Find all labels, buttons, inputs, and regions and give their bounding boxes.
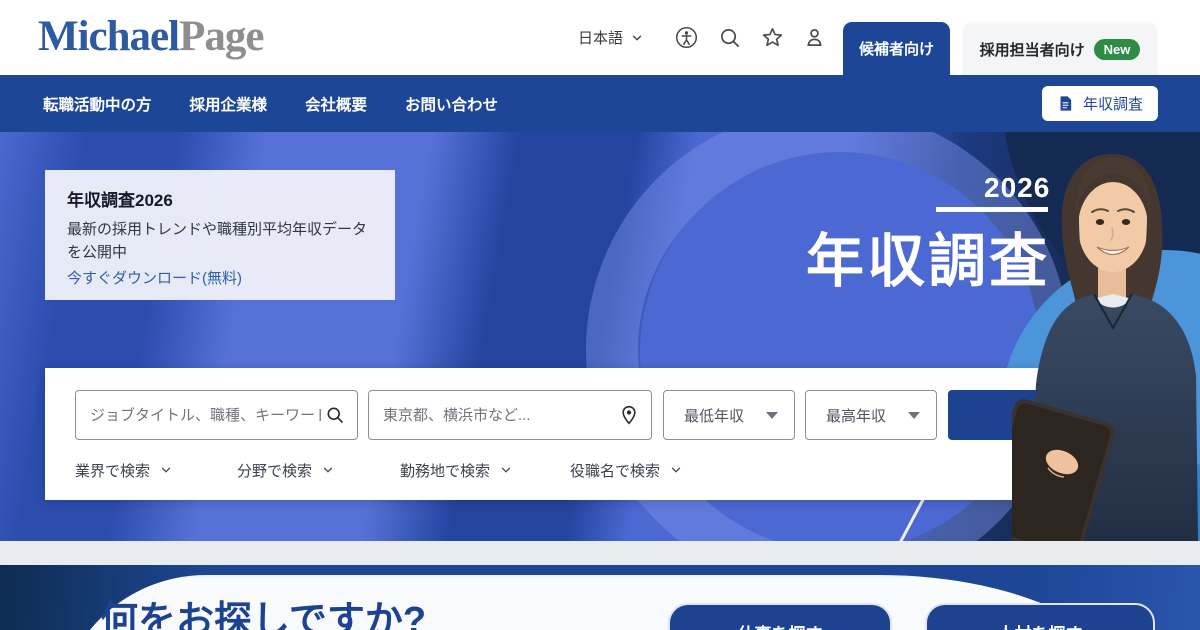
caret-down-icon [908, 411, 920, 419]
caret-down-icon [766, 411, 778, 419]
quick-link-job-title-label: 役職名で検索 [570, 462, 661, 480]
section-divider [0, 541, 1200, 565]
accessibility-icon[interactable] [670, 0, 702, 75]
keyword-input[interactable] [76, 406, 325, 424]
document-icon [1057, 95, 1074, 112]
quick-link-discipline[interactable]: 分野で検索 [237, 458, 335, 482]
chevron-down-icon [161, 467, 171, 473]
search-icon [325, 405, 345, 425]
find-jobs-button[interactable]: 仕事を探す [668, 603, 892, 630]
salary-survey-button[interactable]: 年収調査 [1041, 86, 1158, 121]
location-pin-icon [619, 405, 639, 425]
language-selector[interactable]: 日本語 [578, 0, 644, 75]
location-input-box [368, 390, 652, 440]
keyword-input-box [75, 390, 358, 440]
quick-link-industry[interactable]: 業界で検索 [75, 458, 173, 482]
chevron-down-icon [323, 467, 333, 473]
logo-text-michael: Michael [38, 13, 180, 60]
quick-link-industry-label: 業界で検索 [75, 462, 151, 480]
min-salary-select[interactable]: 最低年収 [663, 390, 795, 440]
quick-link-location[interactable]: 勤務地で検索 [400, 458, 513, 482]
tab-employers-label: 採用担当者向け [979, 42, 1085, 59]
promo-download-link[interactable]: 今すぐダウンロード(無料) [67, 267, 242, 288]
nav-item-contact[interactable]: お問い合わせ [405, 93, 498, 115]
tab-candidates-label: 候補者向け [858, 41, 934, 58]
max-salary-select[interactable]: 最高年収 [805, 390, 937, 440]
star-icon[interactable] [756, 0, 788, 75]
promo-card-body: 最新の採用トレンドや職種別平均年収データを公開中 [67, 221, 368, 261]
location-input[interactable] [369, 406, 619, 424]
tab-employers[interactable]: 採用担当者向け New [963, 24, 1157, 75]
min-salary-label: 最低年収 [684, 407, 745, 425]
language-label: 日本語 [578, 30, 624, 47]
section-heading: 何をお探しですか? [100, 600, 427, 630]
salary-survey-button-label: 年収調査 [1082, 96, 1143, 113]
salary-survey-promo-card: 年収調査2026 最新の採用トレンドや職種別平均年収データを公開中 今すぐダウン… [45, 170, 395, 300]
new-badge: New [1093, 39, 1141, 60]
quick-link-job-title[interactable]: 役職名で検索 [570, 458, 683, 482]
user-icon[interactable] [798, 0, 830, 75]
quick-link-discipline-label: 分野で検索 [237, 462, 313, 480]
hero-person-image [1012, 154, 1198, 541]
main-navbar: 転職活動中の方 採用企業様 会社概要 お問い合わせ 年収調査 [0, 75, 1200, 132]
nav-item-job-seekers[interactable]: 転職活動中の方 [43, 93, 152, 115]
nav-item-about[interactable]: 会社概要 [305, 93, 367, 115]
chevron-down-icon [671, 467, 681, 473]
chevron-down-icon [630, 31, 644, 45]
search-icon[interactable] [713, 0, 745, 75]
max-salary-label: 最高年収 [826, 407, 887, 425]
nav-item-employers[interactable]: 採用企業様 [190, 93, 268, 115]
tab-candidates[interactable]: 候補者向け [843, 22, 950, 75]
job-search-panel: 最低年収 最高年収 検索 業界で検索 分野で検索 勤務地で検索 役職名で検索 [45, 368, 1157, 500]
what-are-you-looking-for-section: 何をお探しですか? 仕事を探す 人材を探す [0, 565, 1200, 630]
find-talent-button[interactable]: 人材を探す [925, 603, 1155, 630]
michael-page-logo[interactable]: MichaelPage [38, 12, 264, 61]
logo-text-page: Page [179, 13, 264, 60]
site-header: MichaelPage 日本語 候補者向け 採用担当者向け New [0, 0, 1200, 75]
quick-link-location-label: 勤務地で検索 [400, 462, 491, 480]
promo-card-title: 年収調査2026 [67, 191, 173, 210]
chevron-down-icon [501, 467, 511, 473]
